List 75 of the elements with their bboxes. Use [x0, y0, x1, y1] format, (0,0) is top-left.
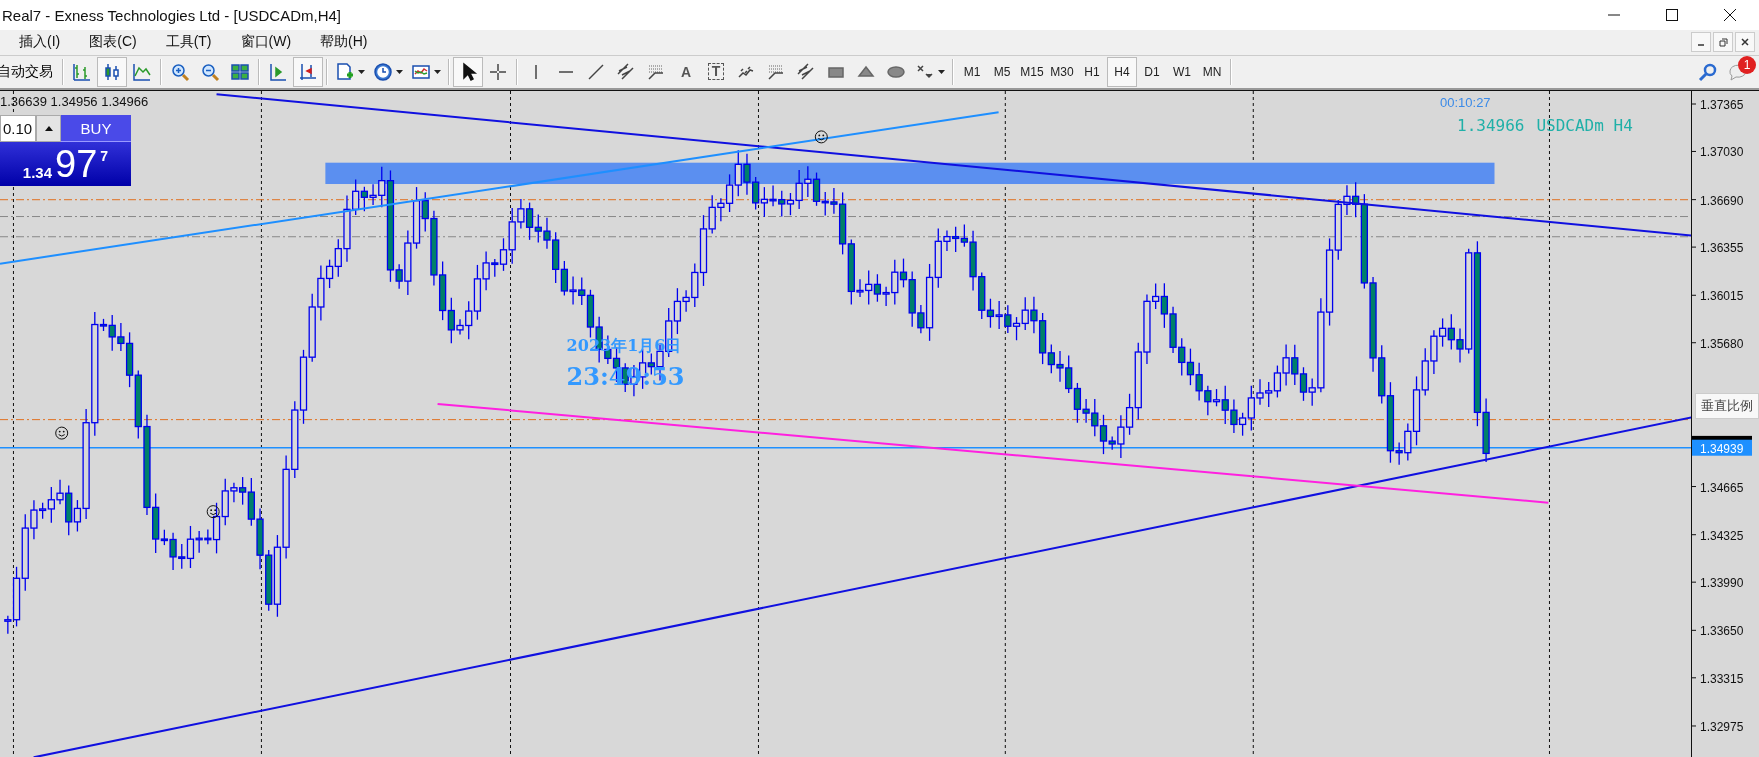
- messages-button[interactable]: 1: [1723, 56, 1753, 87]
- timeframe-button[interactable]: M15: [1017, 56, 1047, 87]
- bar-timer: 00:10:27: [1440, 95, 1491, 110]
- restore-icon: [1718, 37, 1728, 47]
- timeframe-button[interactable]: W1: [1167, 56, 1197, 87]
- price-point: 7: [100, 148, 109, 164]
- price-label: 1.33990: [1700, 576, 1744, 591]
- price-label: 1.35680: [1700, 336, 1744, 351]
- timeframe-button[interactable]: MN: [1197, 56, 1227, 87]
- price-label: 1.32975: [1700, 720, 1744, 734]
- caret-icon: [396, 69, 403, 74]
- shift-icon: [298, 61, 318, 82]
- price-label: 1.36355: [1700, 241, 1744, 256]
- line-icon: [132, 61, 152, 82]
- search-icon: [1698, 61, 1718, 82]
- menu-item[interactable]: 插入(I): [0, 33, 71, 52]
- timeframe-button[interactable]: D1: [1137, 56, 1167, 87]
- price-digits: 97: [55, 142, 98, 186]
- menu-item[interactable]: 帮助(H): [301, 33, 378, 52]
- minimize-button[interactable]: [1691, 32, 1711, 53]
- channel-icon: [796, 61, 816, 82]
- hline-icon: [559, 70, 573, 73]
- close-button[interactable]: [1735, 32, 1755, 53]
- timeframe-button[interactable]: M5: [987, 56, 1017, 87]
- neworder-icon: [335, 61, 355, 82]
- price-label: 1.36015: [1700, 289, 1744, 304]
- timeframe-button[interactable]: H4: [1107, 56, 1137, 87]
- price-label: 1.34325: [1700, 528, 1744, 543]
- close-icon: [1741, 38, 1749, 47]
- window-title: Real7 - Exness Technologies Ltd - [USDCADm,H4]: [1, 6, 342, 24]
- candles-icon: [102, 61, 122, 82]
- zoomin-icon: [170, 61, 190, 82]
- menu-item[interactable]: 窗口(W): [221, 33, 302, 52]
- price-label: 1.34665: [1700, 480, 1744, 495]
- timeframe-button[interactable]: M30: [1047, 56, 1077, 87]
- price-label: 1.37030: [1700, 145, 1744, 160]
- price-label: 1.33650: [1700, 624, 1744, 639]
- caret-icon: [358, 69, 365, 74]
- close-icon: [1723, 8, 1737, 22]
- menu-item[interactable]: 工具(T): [146, 33, 222, 52]
- toolbar-button[interactable]: A: [671, 56, 701, 87]
- smiley-icon: [206, 505, 220, 519]
- channel-icon: [616, 61, 636, 82]
- price-label: 1.37365: [1700, 98, 1744, 112]
- bars-icon: [72, 61, 92, 82]
- increase-button[interactable]: [36, 115, 61, 142]
- price-prefix: 1.34: [22, 164, 53, 181]
- toolbar-button[interactable]: T: [701, 56, 731, 87]
- price-label: 1.36690: [1700, 193, 1744, 208]
- smiley-icon: [814, 130, 828, 144]
- menu-item[interactable]: 图表(C): [70, 33, 147, 52]
- autoscroll-icon: [268, 61, 288, 82]
- trend-icon: [586, 61, 606, 82]
- symbol-label: USDCADm H4: [1536, 116, 1633, 135]
- toolbar-button[interactable]: [453, 56, 483, 87]
- crosshair-icon: [488, 61, 508, 82]
- smiley-icon: [55, 426, 69, 440]
- caret-icon: [938, 69, 945, 74]
- price-label: 1.33315: [1700, 671, 1744, 686]
- maximize-icon: [1665, 8, 1679, 22]
- tooltip: 垂直比例: [1695, 393, 1759, 419]
- up-arrow-icon: [44, 126, 53, 131]
- lot-size-field[interactable]: 0.10: [0, 115, 36, 142]
- toolbar-button[interactable]: [97, 56, 127, 87]
- zoomout-icon: [200, 61, 220, 82]
- clock-icon: [373, 61, 393, 82]
- timeframe-button[interactable]: H1: [1077, 56, 1107, 87]
- buy-button[interactable]: BUY: [61, 115, 131, 142]
- vline-icon: [535, 64, 537, 79]
- tile-icon: [230, 61, 250, 82]
- notification-badge: 1: [1738, 55, 1756, 74]
- quote-price: 1.34966: [1457, 116, 1525, 135]
- timeframe-button[interactable]: M1: [957, 56, 987, 87]
- ohlc-text: 1.36639 1.34956 1.34966: [0, 94, 149, 109]
- caret-icon: [434, 69, 441, 74]
